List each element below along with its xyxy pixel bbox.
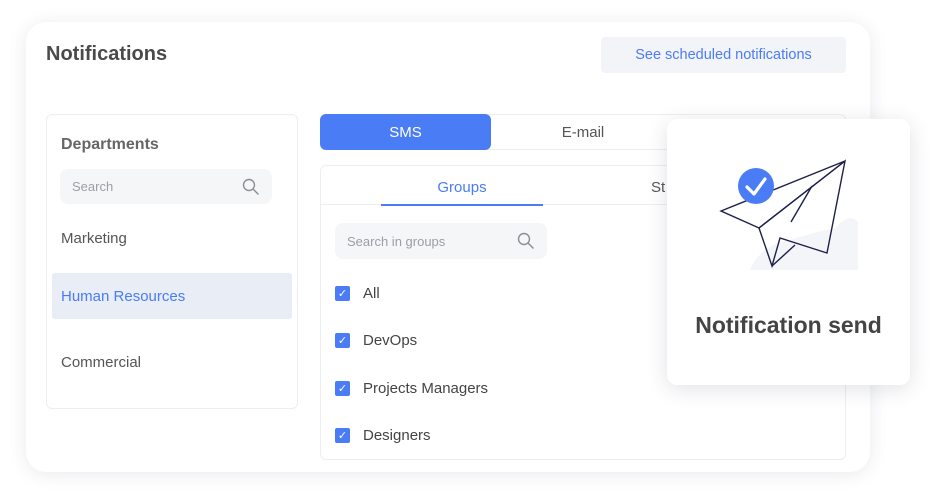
toast-message: Notification send bbox=[695, 312, 882, 338]
paper-plane-check-icon bbox=[719, 159, 858, 270]
